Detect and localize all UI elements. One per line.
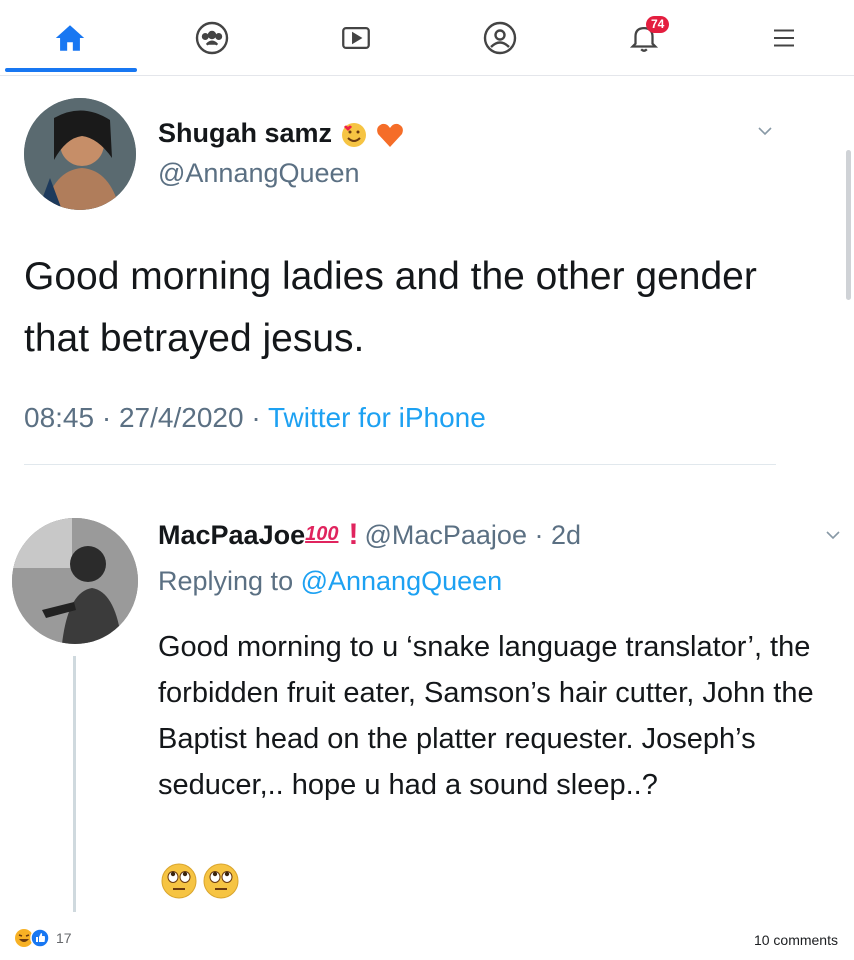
tweet-text: Good morning ladies and the other gender…	[24, 255, 757, 360]
divider	[24, 464, 776, 465]
top-navigation: 74	[0, 0, 854, 76]
profile-icon	[483, 21, 517, 55]
face-with-rolling-eyes-icon	[161, 863, 197, 899]
comments-link[interactable]: 10 comments	[754, 932, 838, 948]
notification-badge: 74	[646, 16, 670, 33]
scrollbar[interactable]	[846, 150, 851, 300]
avatar[interactable]	[12, 518, 138, 644]
orange-heart-icon	[377, 123, 403, 147]
replying-to: Replying to @AnnangQueen	[158, 566, 503, 596]
active-tab-indicator	[5, 68, 137, 72]
handle[interactable]: @AnnangQueen	[158, 158, 360, 189]
reply-emojis	[160, 862, 240, 902]
groups-tab[interactable]	[186, 12, 238, 64]
reply-text: Good morning to u ‘snake language transl…	[158, 631, 814, 801]
tweet-source[interactable]: Twitter for iPhone	[268, 402, 486, 433]
watch-tab[interactable]	[330, 12, 382, 64]
like-reaction-icon	[30, 928, 50, 948]
thread-line	[73, 656, 76, 912]
display-name[interactable]: Shugah samz	[158, 118, 405, 149]
reaction-count: 17	[56, 930, 72, 946]
smiling-face-with-hearts-icon	[341, 122, 366, 147]
reply-header: MacPaaJoe100! @MacPaajoe · 2d	[158, 518, 582, 551]
tweet-meta: 08:45 · 27/4/2020 · Twitter for iPhone	[24, 402, 486, 433]
avatar[interactable]	[24, 98, 136, 210]
tweet-time[interactable]: 08:45	[24, 402, 94, 433]
reply-age[interactable]: 2d	[551, 520, 581, 550]
watch-icon	[342, 26, 370, 50]
tweet-date[interactable]: 27/4/2020	[119, 402, 244, 433]
replying-to-mention[interactable]: @AnnangQueen	[301, 566, 503, 596]
profile-tab[interactable]	[474, 12, 526, 64]
display-name[interactable]: MacPaaJoe	[158, 520, 305, 550]
menu-icon	[774, 29, 794, 47]
chevron-down-icon[interactable]	[824, 526, 842, 544]
notifications-tab[interactable]: 74	[618, 12, 670, 64]
exclamation-icon: !	[348, 518, 359, 551]
home-tab[interactable]	[44, 12, 96, 64]
handle[interactable]: @MacPaajoe	[364, 520, 527, 550]
chevron-down-icon[interactable]	[756, 122, 774, 140]
face-with-rolling-eyes-icon	[203, 863, 239, 899]
hundred-points-icon: 100	[305, 523, 339, 545]
menu-tab[interactable]	[758, 12, 810, 64]
home-icon	[55, 25, 85, 51]
reactions[interactable]: 17	[14, 928, 72, 948]
groups-icon	[195, 21, 229, 55]
